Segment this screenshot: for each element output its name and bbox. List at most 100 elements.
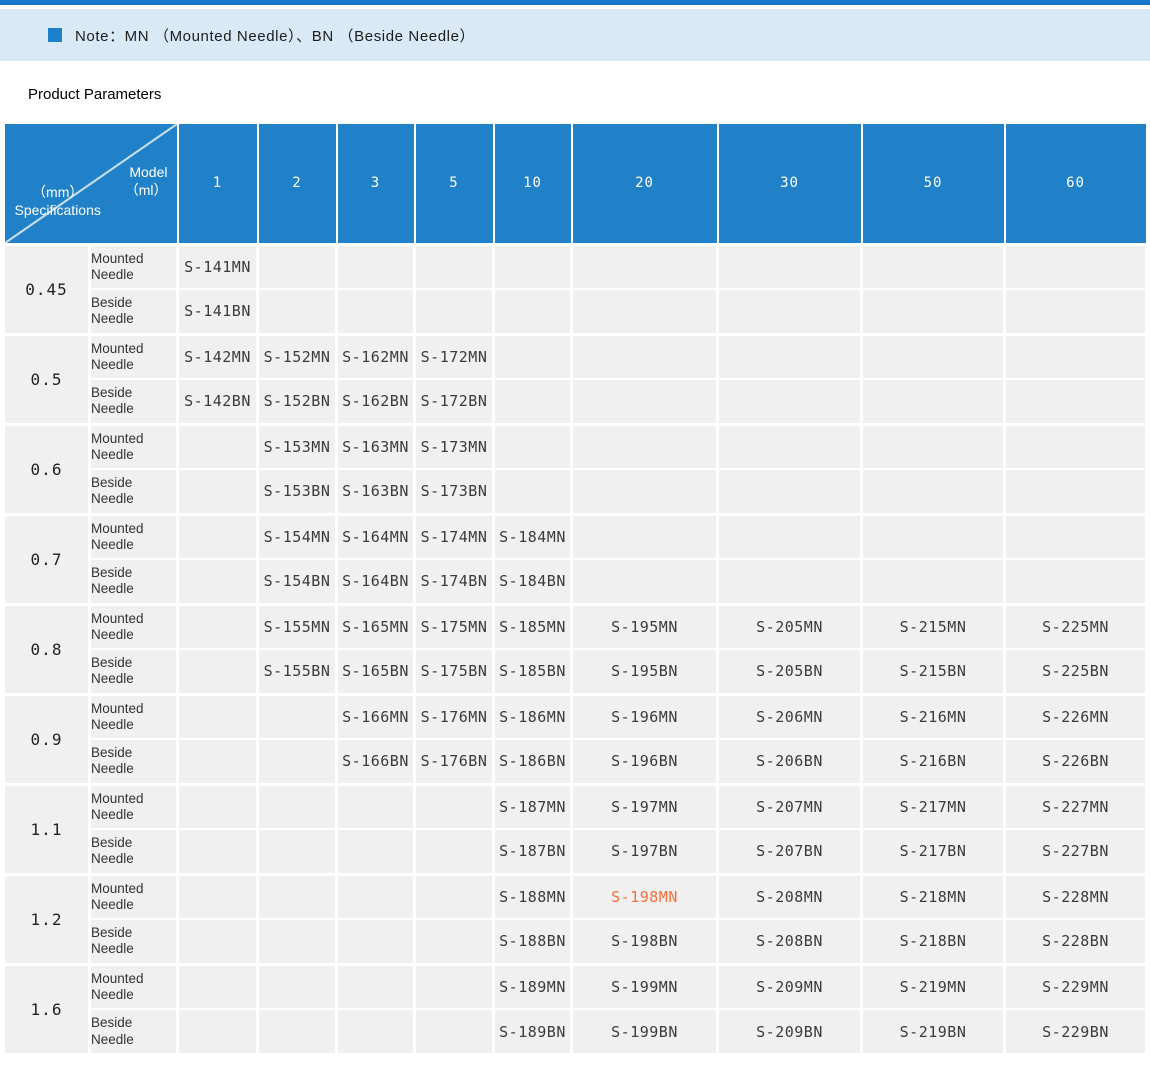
model-unit: （ml） bbox=[124, 181, 168, 198]
model-cell-S-218MN: S-218MN bbox=[860, 872, 1006, 920]
empty-cell bbox=[570, 378, 719, 425]
empty-cell bbox=[335, 828, 416, 875]
model-cell-S-206MN: S-206MN bbox=[716, 692, 863, 740]
model-cell-S-218BN: S-218BN bbox=[860, 918, 1006, 965]
empty-cell bbox=[335, 918, 416, 965]
model-cell-S-189BN: S-189BN bbox=[492, 1008, 573, 1055]
needle-type-beside: Beside Needle bbox=[88, 918, 179, 965]
column-header-60ml: 60 bbox=[1003, 124, 1148, 245]
empty-cell bbox=[256, 872, 338, 920]
column-header-10ml: 10 bbox=[492, 124, 573, 245]
row-0.6-mounted-needle: 0.6 Mounted Needle S-153MN S-163MN S-173MN bbox=[2, 422, 1148, 515]
model-cell-S-205BN: S-205BN bbox=[716, 648, 863, 695]
model-cell-S-226MN: S-226MN bbox=[1003, 692, 1148, 740]
empty-cell bbox=[860, 378, 1006, 425]
empty-cell bbox=[176, 828, 259, 875]
model-cell-S-196BN: S-196BN bbox=[570, 738, 719, 785]
model-cell-S-142BN: S-142BN bbox=[176, 378, 259, 425]
model-cell-S-229MN: S-229MN bbox=[1003, 962, 1148, 1010]
model-cell-S-174MN: S-174MN bbox=[413, 512, 495, 560]
empty-cell bbox=[176, 468, 259, 515]
model-cell-S-165MN: S-165MN bbox=[335, 602, 416, 650]
model-cell-S-154MN: S-154MN bbox=[256, 512, 338, 560]
empty-cell bbox=[570, 558, 719, 605]
model-cell-S-198MN: S-198MN bbox=[570, 872, 719, 920]
empty-cell bbox=[492, 468, 573, 515]
model-cell-S-216MN: S-216MN bbox=[860, 692, 1006, 740]
row-0.9-beside-needle: Beside Needle S-166BN S-176BN S-186BN S-196B… bbox=[4, 738, 1148, 785]
model-cell-S-216BN: S-216BN bbox=[860, 738, 1006, 785]
empty-cell bbox=[492, 242, 573, 290]
empty-cell bbox=[413, 918, 495, 965]
empty-cell bbox=[176, 962, 259, 1010]
empty-cell bbox=[716, 378, 863, 425]
row-1.1-beside-needle: Beside Needle S-187BN S-197BN S-207BN S-217B… bbox=[4, 828, 1148, 875]
empty-cell bbox=[1003, 558, 1148, 605]
empty-cell bbox=[860, 288, 1006, 335]
row-1.2-mounted-needle: 1.2 Mounted Needle S-188MN S-198MN S-208MN S-… bbox=[2, 872, 1148, 965]
needle-type-mounted: Mounted Needle bbox=[88, 602, 179, 650]
model-cell-S-166MN: S-166MN bbox=[335, 692, 416, 740]
empty-cell bbox=[335, 872, 416, 920]
model-cell-S-195MN: S-195MN bbox=[570, 602, 719, 650]
empty-cell bbox=[176, 602, 259, 650]
needle-type-mounted: Mounted Needle bbox=[88, 332, 179, 380]
model-cell-S-172BN: S-172BN bbox=[413, 378, 495, 425]
empty-cell bbox=[492, 332, 573, 380]
empty-cell bbox=[492, 422, 573, 470]
model-cell-S-142MN: S-142MN bbox=[176, 332, 259, 380]
needle-type-beside: Beside Needle bbox=[88, 648, 179, 695]
model-cell-S-153MN: S-153MN bbox=[256, 422, 338, 470]
column-header-1ml: 1 bbox=[176, 124, 259, 245]
needle-type-mounted: Mounted Needle bbox=[88, 692, 179, 740]
model-cell-S-162MN: S-162MN bbox=[335, 332, 416, 380]
column-header-20ml: 20 bbox=[570, 124, 719, 245]
model-cell-S-162BN: S-162BN bbox=[335, 378, 416, 425]
row-1.6-beside-needle: Beside Needle S-189BN S-199BN S-209BN S-219B… bbox=[4, 1008, 1148, 1055]
empty-cell bbox=[413, 962, 495, 1010]
empty-cell bbox=[176, 1008, 259, 1055]
empty-cell bbox=[860, 468, 1006, 515]
empty-cell bbox=[1003, 468, 1148, 515]
needle-type-beside: Beside Needle bbox=[88, 738, 179, 785]
empty-cell bbox=[256, 738, 338, 785]
model-cell-S-163MN: S-163MN bbox=[335, 422, 416, 470]
empty-cell bbox=[176, 422, 259, 470]
empty-cell bbox=[860, 332, 1006, 380]
model-cell-S-164BN: S-164BN bbox=[335, 558, 416, 605]
model-cell-S-154BN: S-154BN bbox=[256, 558, 338, 605]
empty-cell bbox=[413, 242, 495, 290]
model-cell-S-225BN: S-225BN bbox=[1003, 648, 1148, 695]
model-cell-S-217BN: S-217BN bbox=[860, 828, 1006, 875]
empty-cell bbox=[1003, 422, 1148, 470]
empty-cell bbox=[860, 242, 1006, 290]
needle-type-beside: Beside Needle bbox=[88, 288, 179, 335]
model-cell-S-173MN: S-173MN bbox=[413, 422, 495, 470]
model-cell-S-228MN: S-228MN bbox=[1003, 872, 1148, 920]
model-cell-S-219BN: S-219BN bbox=[860, 1008, 1006, 1055]
spec-cell-0.5: 0.5 bbox=[2, 332, 91, 425]
needle-type-mounted: Mounted Needle bbox=[88, 872, 179, 920]
model-cell-S-197BN: S-197BN bbox=[570, 828, 719, 875]
model-cell-S-205MN: S-205MN bbox=[716, 602, 863, 650]
model-cell-S-184MN: S-184MN bbox=[492, 512, 573, 560]
model-cell-S-175MN: S-175MN bbox=[413, 602, 495, 650]
empty-cell bbox=[570, 468, 719, 515]
empty-cell bbox=[413, 782, 495, 830]
needle-type-beside: Beside Needle bbox=[88, 828, 179, 875]
model-cell-S-155MN: S-155MN bbox=[256, 602, 338, 650]
column-header-5ml: 5 bbox=[413, 124, 495, 245]
model-cell-S-227MN: S-227MN bbox=[1003, 782, 1148, 830]
row-0.5-beside-needle: Beside Needle S-142BN S-152BN S-162BN S-172B… bbox=[4, 378, 1148, 425]
model-cell-S-189MN: S-189MN bbox=[492, 962, 573, 1010]
empty-cell bbox=[413, 288, 495, 335]
model-label: Model bbox=[129, 164, 168, 180]
empty-cell bbox=[413, 1008, 495, 1055]
top-divider-line bbox=[0, 0, 1150, 5]
row-0.6-beside-needle: Beside Needle S-153BN S-163BN S-173BN bbox=[4, 468, 1148, 515]
row-0.45-beside-needle: Beside Needle S-141BN bbox=[4, 288, 1148, 335]
model-cell-S-166BN: S-166BN bbox=[335, 738, 416, 785]
empty-cell bbox=[256, 692, 338, 740]
model-cell-S-207MN: S-207MN bbox=[716, 782, 863, 830]
model-cell-S-217MN: S-217MN bbox=[860, 782, 1006, 830]
